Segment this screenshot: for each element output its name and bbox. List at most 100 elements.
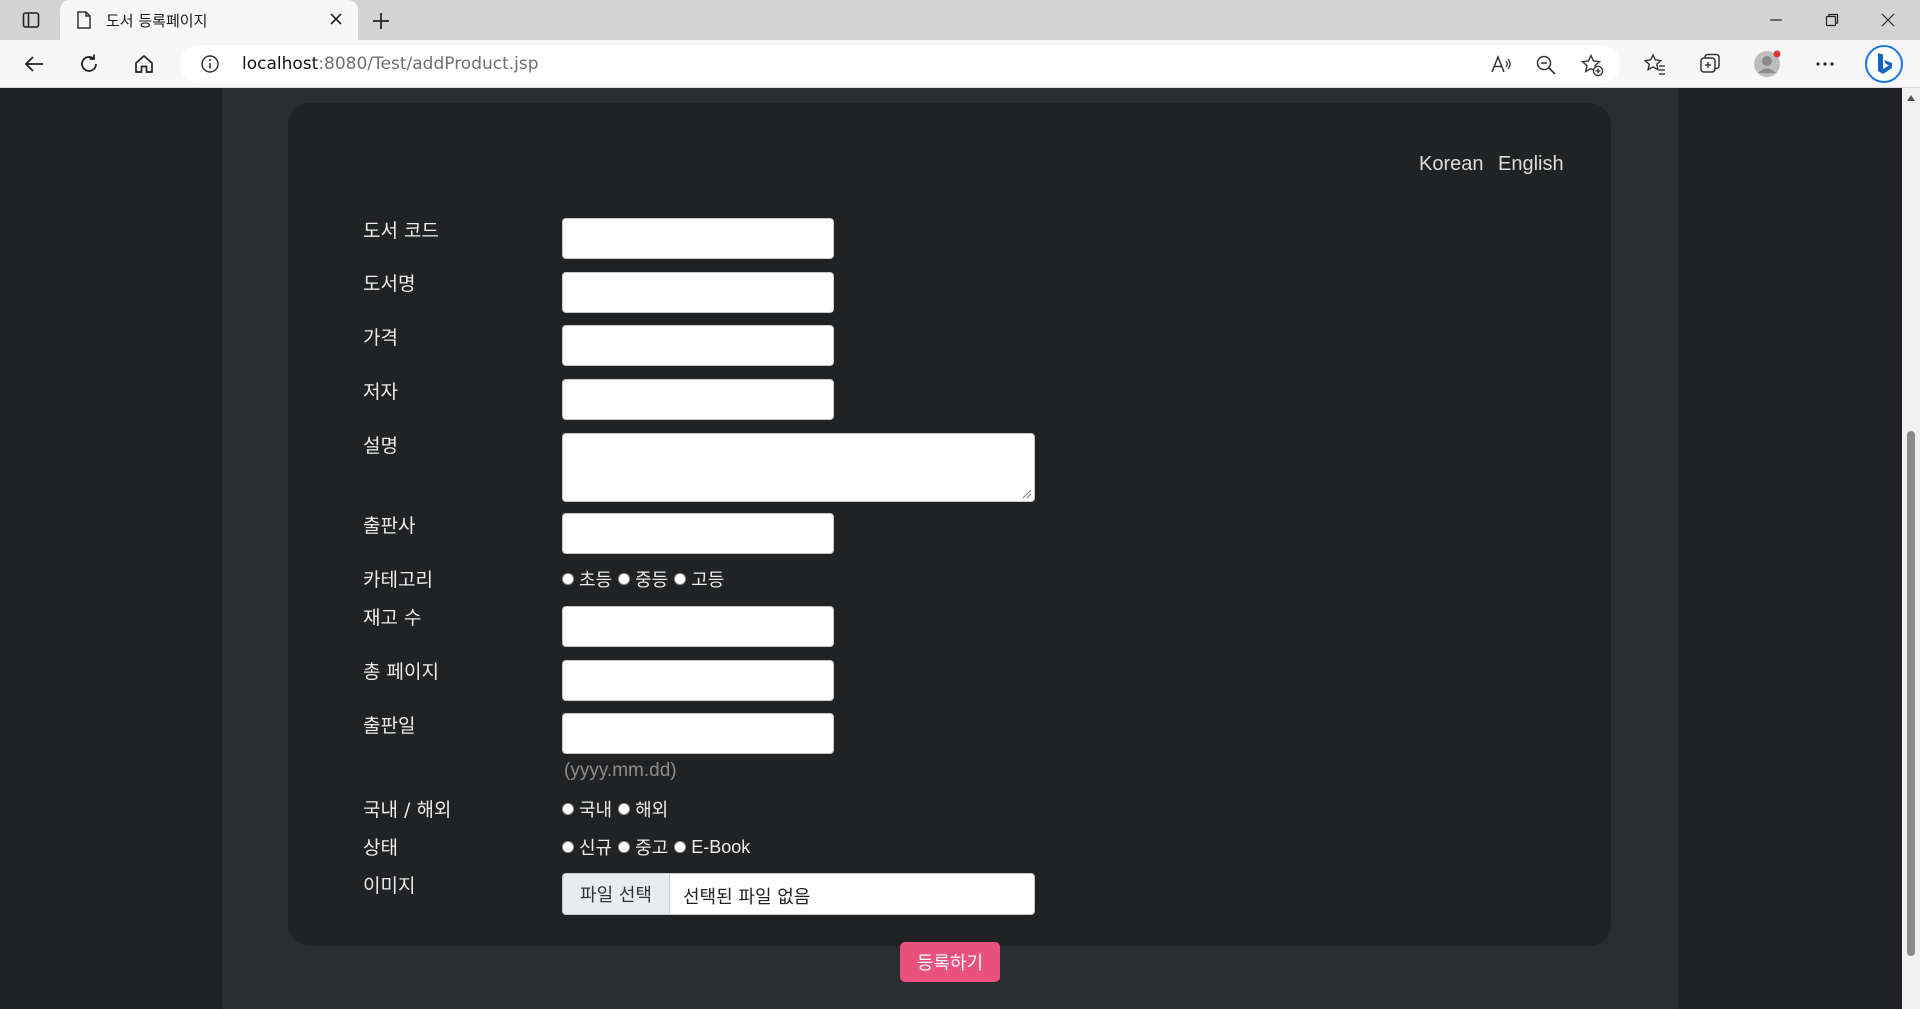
region-label: 국내 / 해외 — [363, 799, 452, 821]
scrollbar-thumb[interactable] — [1907, 431, 1915, 956]
new-tab-button[interactable] — [368, 8, 394, 34]
region-option-label: 해외 — [635, 800, 669, 821]
resize-grip-icon[interactable] — [1022, 489, 1032, 499]
vertical-scrollbar[interactable] — [1902, 88, 1920, 1009]
condition-option[interactable]: E-Book — [674, 837, 750, 858]
restore-icon — [1825, 13, 1839, 27]
condition-option[interactable]: 중고 — [618, 834, 668, 860]
address-bar[interactable]: localhost:8080/Test/addProduct.jsp — [180, 45, 1620, 83]
tab-actions-button[interactable] — [14, 8, 48, 32]
region-radio-group: 국내 해외 — [562, 796, 674, 822]
copilot-button[interactable] — [1864, 44, 1904, 84]
close-window-button[interactable] — [1860, 0, 1916, 40]
back-arrow-icon — [24, 56, 43, 72]
refresh-button[interactable] — [72, 48, 106, 80]
collections-button[interactable] — [1693, 48, 1727, 80]
image-file-input[interactable]: 파일 선택 선택된 파일 없음 — [562, 873, 1035, 915]
category-label: 카테고리 — [363, 569, 433, 591]
price-label: 가격 — [363, 327, 398, 349]
description-label: 설명 — [363, 435, 398, 457]
condition-radio-group: 신규 중고 E-Book — [562, 834, 756, 860]
author-label: 저자 — [363, 381, 398, 403]
favorite-add-icon — [1580, 53, 1604, 77]
tab-bar: 도서 등록페이지 — [0, 0, 1920, 40]
scroll-up-arrow-icon[interactable] — [1906, 94, 1916, 102]
page-container: Korean English 도서 코드 도서명 가격 저자 설명 출판사 카테… — [222, 88, 1678, 1009]
more-dots-icon — [1816, 62, 1834, 66]
total-pages-input[interactable] — [562, 660, 834, 701]
region-option[interactable]: 국내 — [562, 796, 612, 822]
minimize-button[interactable] — [1748, 0, 1804, 40]
category-option[interactable]: 초등 — [562, 566, 612, 592]
form-card: Korean English 도서 코드 도서명 가격 저자 설명 출판사 카테… — [288, 103, 1611, 946]
radio-button[interactable] — [562, 841, 574, 853]
radio-button[interactable] — [562, 803, 574, 815]
radio-button[interactable] — [618, 841, 631, 853]
stock-input[interactable] — [562, 606, 834, 647]
submit-button[interactable]: 등록하기 — [900, 942, 1000, 982]
zoom-out-icon — [1536, 55, 1556, 75]
plus-icon — [373, 13, 389, 29]
lang-english-link[interactable]: English — [1498, 153, 1564, 176]
settings-more-button[interactable] — [1808, 48, 1842, 80]
read-aloud-icon — [1491, 54, 1511, 73]
page-icon — [77, 11, 91, 29]
profile-button[interactable] — [1750, 48, 1784, 80]
restore-button[interactable] — [1804, 0, 1860, 40]
tab-title: 도서 등록페이지 — [106, 12, 208, 30]
category-radio-group: 초등 중등 고등 — [562, 566, 730, 592]
favorites-button[interactable] — [1638, 48, 1672, 80]
file-status-text: 선택된 파일 없음 — [683, 887, 811, 908]
url-path: :8080/Test/addProduct.jsp — [318, 54, 539, 74]
book-code-input[interactable] — [562, 218, 834, 259]
radio-button[interactable] — [562, 573, 574, 585]
url-host: localhost — [242, 54, 319, 74]
sidebar-icon — [22, 12, 40, 28]
collections-icon — [1700, 53, 1720, 73]
total-pages-label: 총 페이지 — [363, 661, 439, 683]
price-input[interactable] — [562, 325, 834, 366]
radio-button[interactable] — [618, 573, 631, 585]
url-text[interactable]: localhost:8080/Test/addProduct.jsp — [242, 54, 539, 74]
condition-option-label: 신규 — [579, 838, 613, 859]
release-date-hint: (yyyy.mm.dd) — [564, 760, 677, 781]
choose-file-button[interactable]: 파일 선택 — [563, 874, 670, 914]
lang-korean-link[interactable]: Korean — [1419, 153, 1484, 176]
category-option[interactable]: 고등 — [674, 566, 724, 592]
book-name-input[interactable] — [562, 272, 834, 313]
category-option[interactable]: 중등 — [618, 566, 668, 592]
radio-button[interactable] — [618, 803, 631, 815]
region-option-label: 국내 — [579, 800, 613, 821]
book-name-label: 도서명 — [363, 273, 416, 295]
release-date-label: 출판일 — [363, 715, 416, 737]
close-icon — [1881, 13, 1895, 27]
home-icon — [135, 54, 153, 73]
description-textarea[interactable] — [562, 433, 1035, 502]
condition-option-label: E-Book — [691, 836, 751, 857]
book-code-label: 도서 코드 — [363, 220, 439, 242]
read-aloud-button[interactable] — [1488, 52, 1514, 78]
minimize-icon — [1770, 19, 1782, 21]
category-option-label: 고등 — [691, 570, 725, 591]
radio-button[interactable] — [674, 573, 687, 585]
stock-label: 재고 수 — [363, 607, 422, 629]
add-favorite-button[interactable] — [1579, 52, 1605, 78]
navigation-toolbar: localhost:8080/Test/addProduct.jsp — [0, 40, 1920, 88]
condition-option[interactable]: 신규 — [562, 834, 612, 860]
browser-tab-active[interactable]: 도서 등록페이지 — [60, 0, 358, 40]
home-button[interactable] — [127, 48, 161, 80]
back-button[interactable] — [17, 48, 51, 80]
radio-button[interactable] — [674, 841, 687, 853]
category-option-label: 중등 — [635, 570, 669, 591]
image-label: 이미지 — [363, 875, 416, 897]
avatar — [1754, 50, 1781, 77]
site-info-icon[interactable] — [200, 54, 220, 74]
region-option[interactable]: 해외 — [618, 796, 668, 822]
author-input[interactable] — [562, 379, 834, 420]
zoom-out-button[interactable] — [1533, 52, 1559, 78]
release-date-input[interactable] — [562, 713, 834, 754]
close-tab-icon[interactable] — [328, 11, 344, 27]
refresh-icon — [81, 54, 97, 72]
favorites-icon — [1643, 53, 1665, 75]
publisher-input[interactable] — [562, 513, 834, 554]
